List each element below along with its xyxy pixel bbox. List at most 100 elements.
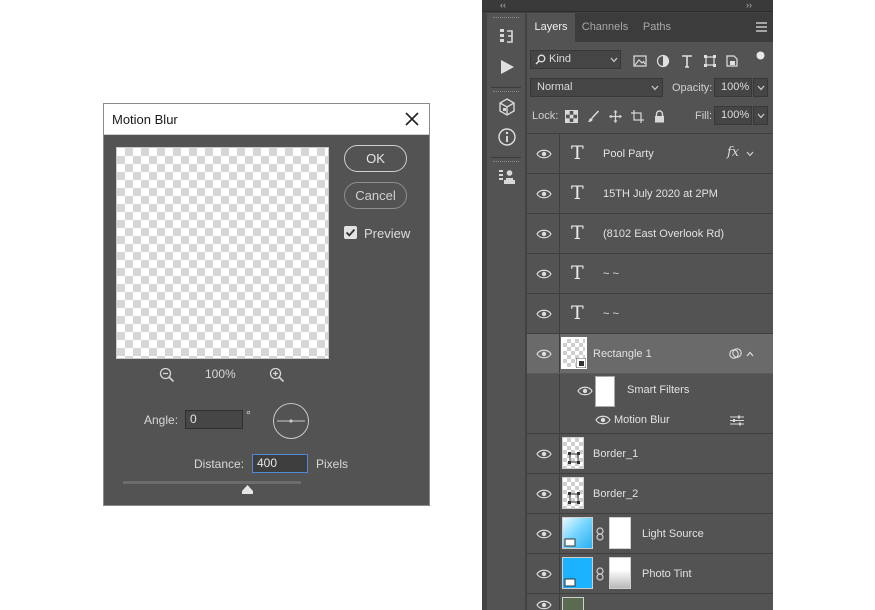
- layer-name: Photo Tint: [642, 568, 692, 580]
- eye-icon[interactable]: [536, 269, 552, 279]
- eye-icon[interactable]: [536, 449, 552, 459]
- layer-row-shape[interactable]: Border_1: [527, 433, 773, 473]
- eye-icon[interactable]: [536, 569, 552, 579]
- eye-icon[interactable]: [536, 189, 552, 199]
- preview-checkbox[interactable]: [344, 226, 357, 239]
- opacity-dropdown[interactable]: [753, 78, 768, 97]
- layer-row-image[interactable]: Light Source: [527, 513, 773, 553]
- layer-row-text[interactable]: T ~ ~: [527, 293, 773, 333]
- zoom-level: 100%: [205, 367, 236, 381]
- distance-label: Distance:: [194, 457, 245, 471]
- eye-icon[interactable]: [536, 309, 552, 319]
- mask-link-icon[interactable]: [596, 527, 604, 541]
- layer-thumbnail[interactable]: [562, 517, 593, 549]
- layer-mask-thumbnail[interactable]: [609, 557, 631, 589]
- shape-layer-filter-icon[interactable]: [703, 54, 717, 68]
- eye-icon[interactable]: [536, 229, 552, 239]
- lock-label: Lock:: [532, 110, 559, 122]
- play-action-icon[interactable]: [497, 57, 517, 77]
- strip-divider: [491, 87, 521, 88]
- distance-input[interactable]: 400: [252, 454, 308, 473]
- distance-slider[interactable]: [123, 481, 301, 484]
- angle-dial[interactable]: [272, 402, 310, 440]
- eye-icon[interactable]: [536, 600, 552, 610]
- eye-icon[interactable]: [536, 489, 552, 499]
- layer-row-smart-object[interactable]: Rectangle 1: [527, 333, 773, 373]
- visibility-column-divider: [559, 407, 560, 433]
- layer-row-text[interactable]: T Pool Party fx: [527, 133, 773, 173]
- layer-thumbnail[interactable]: [562, 557, 593, 589]
- panel-tabs: Layers Channels Paths: [527, 13, 773, 42]
- layer-row-text[interactable]: T ~ ~: [527, 253, 773, 293]
- layer-thumbnail[interactable]: [562, 437, 584, 469]
- layer-row-text[interactable]: T (8102 East Overlook Rd): [527, 213, 773, 253]
- distance-slider-handle[interactable]: [242, 485, 253, 494]
- lock-position-icon[interactable]: [609, 110, 622, 123]
- mask-link-icon[interactable]: [596, 567, 604, 581]
- eye-icon[interactable]: [595, 415, 611, 425]
- fill-input[interactable]: 100%: [714, 106, 752, 125]
- smart-filters-row[interactable]: Smart Filters: [527, 373, 773, 407]
- tab-layers[interactable]: Layers: [527, 13, 575, 42]
- search-icon: [535, 54, 546, 65]
- motion-blur-dialog: Motion Blur OK Cancel Preview 100% Angle…: [103, 103, 430, 506]
- visibility-column-divider: [559, 594, 560, 610]
- lock-transparent-pixels-icon[interactable]: [565, 110, 578, 123]
- 3d-icon[interactable]: [497, 97, 517, 117]
- smart-filter-mask-thumbnail[interactable]: [595, 376, 615, 407]
- strip-grip[interactable]: [493, 161, 519, 163]
- layer-thumbnail[interactable]: [562, 597, 584, 610]
- layer-row-fill[interactable]: Photo Tint: [527, 553, 773, 593]
- opacity-input[interactable]: 100%: [714, 78, 752, 97]
- angle-input[interactable]: 0: [185, 410, 243, 429]
- layer-row-partial[interactable]: [527, 593, 773, 610]
- layer-effects-icon[interactable]: fx: [727, 145, 739, 160]
- type-layer-icon: T: [571, 222, 584, 244]
- lock-all-icon[interactable]: [653, 110, 666, 123]
- ok-button[interactable]: OK: [344, 145, 407, 172]
- pixel-layer-filter-icon[interactable]: [633, 54, 647, 68]
- panel-menu-icon[interactable]: [756, 22, 767, 32]
- clone-source-icon[interactable]: [497, 167, 517, 187]
- filter-toggle-icon[interactable]: [756, 51, 765, 60]
- filter-row-motion-blur[interactable]: Motion Blur: [527, 407, 773, 433]
- visibility-column-divider: [559, 474, 560, 513]
- strip-grip[interactable]: [493, 91, 519, 93]
- layer-name: Border_2: [593, 488, 639, 500]
- strip-grip[interactable]: [493, 17, 519, 19]
- collapse-dock-button[interactable]: ‹‹: [500, 0, 506, 11]
- layer-name: Border_1: [593, 448, 639, 460]
- eye-icon[interactable]: [536, 149, 552, 159]
- history-icon[interactable]: [497, 27, 517, 47]
- eye-icon[interactable]: [536, 529, 552, 539]
- lock-image-pixels-icon[interactable]: [587, 110, 600, 123]
- chevron-up-icon[interactable]: [746, 351, 754, 357]
- adjustment-layer-filter-icon[interactable]: [656, 54, 670, 68]
- smart-object-filter-icon[interactable]: [725, 54, 739, 68]
- visibility-column-divider: [559, 254, 560, 293]
- layer-thumbnail[interactable]: [561, 337, 587, 369]
- layer-row-shape[interactable]: Border_2: [527, 473, 773, 513]
- layer-row-text[interactable]: T 15TH July 2020 at 2PM: [527, 173, 773, 213]
- fill-dropdown[interactable]: [753, 106, 768, 125]
- filter-blending-options-icon[interactable]: [730, 415, 744, 426]
- layer-name: 15TH July 2020 at 2PM: [603, 188, 718, 200]
- tab-channels[interactable]: Channels: [577, 13, 633, 42]
- chevron-down-icon[interactable]: [746, 151, 754, 157]
- zoom-in-icon[interactable]: [269, 367, 285, 383]
- blur-preview-canvas[interactable]: [116, 147, 329, 359]
- cancel-button[interactable]: Cancel: [344, 182, 407, 209]
- lock-artboard-icon[interactable]: [631, 110, 644, 123]
- layer-mask-thumbnail[interactable]: [609, 517, 631, 549]
- layer-thumbnail[interactable]: [562, 477, 584, 509]
- smart-filter-indicator-icon: [729, 348, 742, 359]
- eye-icon[interactable]: [536, 349, 552, 359]
- eye-icon[interactable]: [577, 386, 593, 396]
- close-icon[interactable]: [403, 110, 421, 128]
- expand-dock-button[interactable]: ››: [746, 0, 752, 11]
- info-icon[interactable]: [497, 127, 517, 147]
- tab-paths[interactable]: Paths: [635, 13, 679, 42]
- type-layer-filter-icon[interactable]: [680, 54, 694, 68]
- zoom-out-icon[interactable]: [159, 367, 175, 383]
- blend-mode-select[interactable]: Normal: [530, 78, 663, 97]
